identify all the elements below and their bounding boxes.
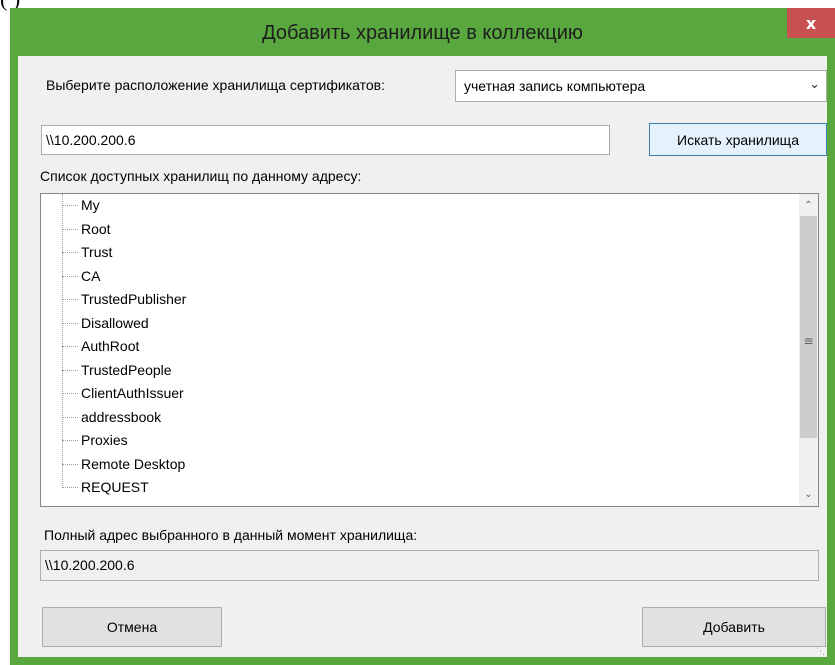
list-item[interactable]: TrustedPublisher [41, 288, 818, 312]
window-title: Добавить хранилище в коллекцию [262, 22, 583, 44]
scroll-down-icon[interactable]: ⌄ [799, 485, 818, 504]
address-input[interactable]: \\10.200.200.6 [41, 125, 610, 155]
list-item[interactable]: Root [41, 218, 818, 242]
list-item[interactable]: Proxies [41, 429, 818, 453]
title-bar[interactable]: Добавить хранилище в коллекцию x [10, 8, 835, 56]
dialog-window: Добавить хранилище в коллекцию x Выберит… [10, 8, 835, 665]
scroll-grip-icon: ≡ [803, 334, 814, 348]
chevron-down-icon[interactable]: ⌄ [809, 77, 820, 92]
full-address-label: Полный адрес выбранного в данный момент … [44, 527, 418, 543]
search-stores-button[interactable]: Искать хранилища [649, 123, 827, 156]
location-select-value: учетная запись компьютера [464, 78, 646, 94]
list-label: Список доступных хранилищ по данному адр… [40, 168, 362, 184]
scroll-up-icon[interactable]: ⌃ [799, 196, 818, 215]
close-button[interactable]: x [787, 8, 835, 38]
list-item[interactable]: AuthRoot [41, 335, 818, 359]
list-item[interactable]: CA [41, 265, 818, 289]
location-label: Выберите расположение хранилища сертифик… [46, 77, 385, 93]
list-item[interactable]: ClientAuthIssuer [41, 382, 818, 406]
close-icon: x [805, 13, 817, 33]
list-item[interactable]: REQUEST [41, 476, 818, 500]
list-item[interactable]: TrustedPeople [41, 359, 818, 383]
list-item[interactable]: Trust [41, 241, 818, 265]
list-item[interactable]: Disallowed [41, 312, 818, 336]
scroll-thumb[interactable] [800, 216, 817, 438]
list-scrollbar[interactable]: ⌃ ≡ ⌄ [799, 194, 818, 506]
list-item[interactable]: Remote Desktop [41, 453, 818, 477]
list-item[interactable]: addressbook [41, 406, 818, 430]
resize-grip-icon[interactable]: ⋱ [816, 647, 825, 657]
location-select[interactable]: учетная запись компьютера ⌄ [455, 70, 827, 102]
list-item[interactable]: My [41, 194, 818, 218]
cancel-button[interactable]: Отмена [42, 607, 222, 647]
full-address-field: \\10.200.200.6 [40, 550, 819, 581]
dialog-body: Выберите расположение хранилища сертифик… [18, 56, 827, 657]
add-button[interactable]: Добавить [642, 607, 826, 647]
stores-list[interactable]: My Root Trust CA TrustedPublisher Disallowed A… [40, 193, 819, 507]
